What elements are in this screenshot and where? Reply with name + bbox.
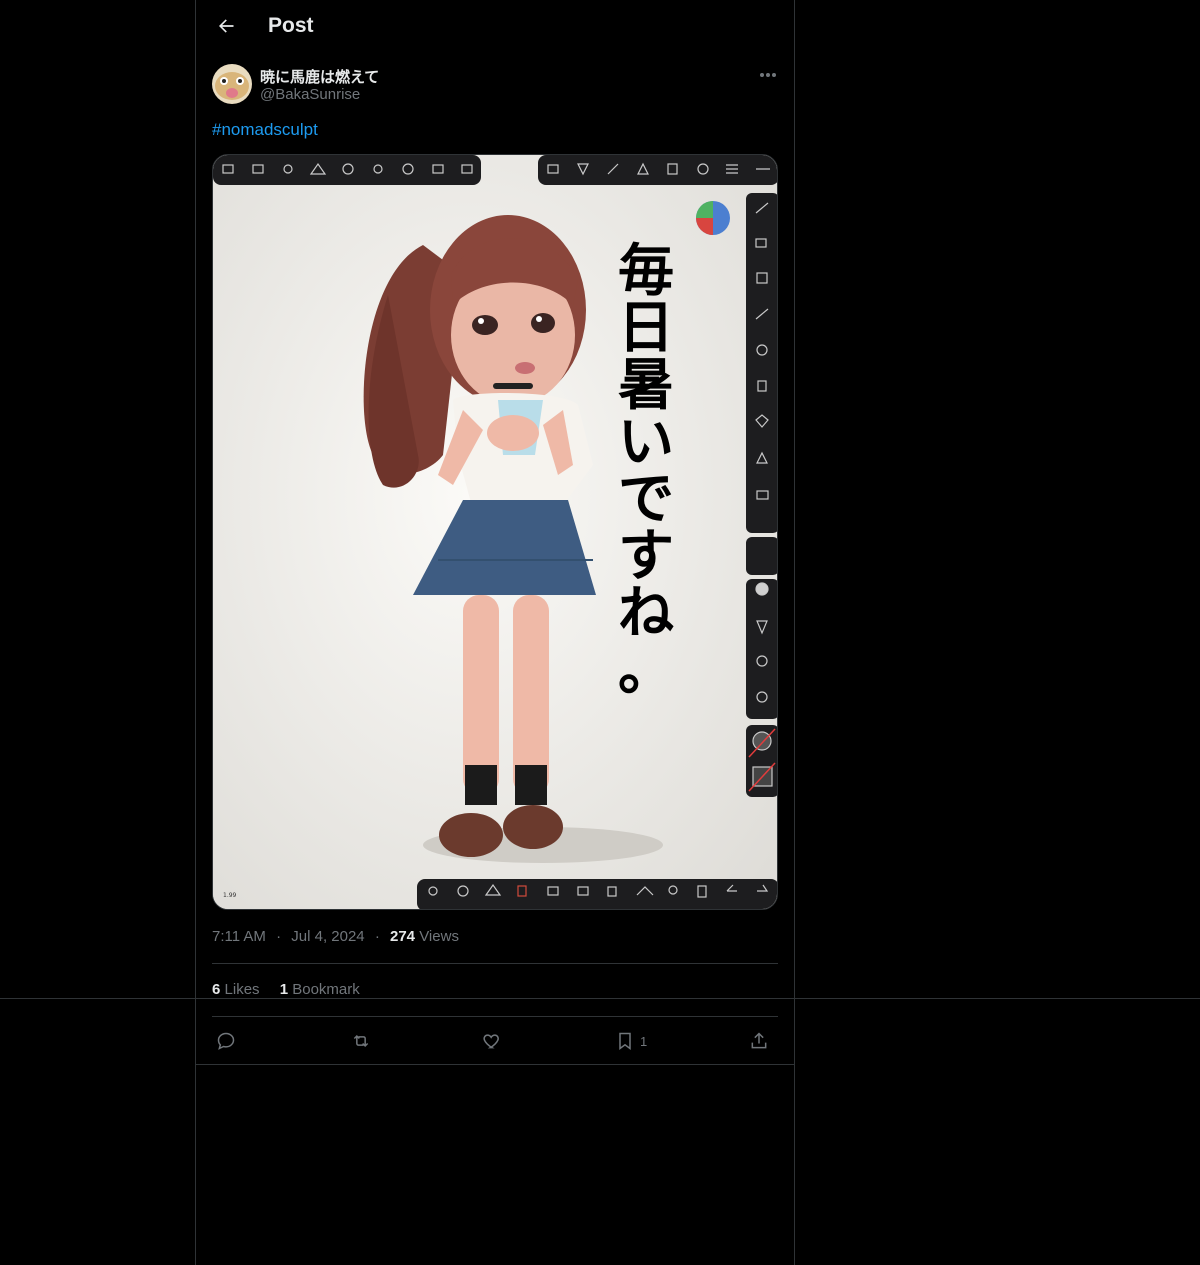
divider — [212, 963, 778, 964]
overlay-char: 。 — [618, 638, 674, 703]
views-label: Views — [419, 928, 459, 945]
action-bar: 1 — [212, 1022, 778, 1060]
back-arrow-icon — [219, 19, 234, 33]
repost-button[interactable] — [350, 1022, 372, 1060]
avatar[interactable] — [212, 64, 252, 104]
more-options-button[interactable] — [754, 64, 782, 86]
overlay-char: 暑 — [618, 353, 674, 418]
post-media[interactable]: 1.99 毎 日 暑 い で す ね 。 — [212, 154, 778, 910]
post-date[interactable]: Jul 4, 2024 — [291, 928, 364, 945]
bookmark-count: 1 — [640, 1033, 648, 1049]
post-column: Post 暁に馬鹿は燃えて @BakaSunrise #nomadsculpt — [195, 0, 795, 1265]
sculpt-app-screenshot: 1.99 — [213, 155, 777, 909]
overlay-char: い — [618, 410, 674, 475]
share-icon — [751, 1032, 767, 1049]
reply-button[interactable] — [216, 1022, 236, 1060]
overlay-char: 日 — [618, 296, 674, 361]
header: Post — [196, 0, 794, 53]
overlay-char: す — [618, 524, 674, 589]
bookmarks-label: Bookmark — [292, 981, 360, 998]
svg-text:1.99: 1.99 — [223, 892, 237, 899]
like-button[interactable] — [482, 1022, 502, 1060]
bookmarks-count: 1 — [279, 981, 289, 998]
bookmark-icon — [619, 1032, 631, 1050]
bookmark-button[interactable]: 1 — [616, 1022, 647, 1060]
hashtag-link[interactable]: #nomadsculpt — [212, 120, 318, 140]
avatar-image — [212, 64, 252, 104]
divider — [212, 1016, 778, 1017]
engagement-stats: 6 Likes 1 Bookmark — [212, 981, 360, 998]
page-title: Post — [268, 14, 314, 37]
overlay-char: 毎 — [618, 239, 674, 304]
more-horizontal-icon — [760, 73, 776, 77]
likes-count: 6 — [212, 981, 221, 998]
author-display-name[interactable]: 暁に馬鹿は燃えて — [260, 66, 379, 87]
separator-dot: · — [374, 928, 380, 945]
heart-icon — [483, 1034, 499, 1049]
bookmarks-stat[interactable]: 1 Bookmark — [280, 981, 360, 998]
reply-icon — [217, 1032, 235, 1050]
views-count: 274 — [390, 928, 416, 945]
post-time[interactable]: 7:11 AM — [212, 928, 266, 945]
divider — [196, 1064, 794, 1065]
overlay-char: で — [618, 467, 674, 532]
share-button[interactable] — [749, 1022, 769, 1060]
overlay-char: ね — [618, 581, 674, 646]
image-overlay-text: 毎 日 暑 い で す ね 。 — [611, 243, 681, 699]
likes-label: Likes — [224, 981, 260, 998]
likes-stat[interactable]: 6 Likes — [212, 981, 264, 998]
repost-icon — [353, 1034, 369, 1048]
post-metadata: 7:11 AM · Jul 4, 2024 · 274 Views — [212, 928, 459, 945]
author-handle[interactable]: @BakaSunrise — [260, 86, 360, 103]
separator-dot: · — [276, 928, 282, 945]
back-button[interactable] — [208, 8, 244, 44]
